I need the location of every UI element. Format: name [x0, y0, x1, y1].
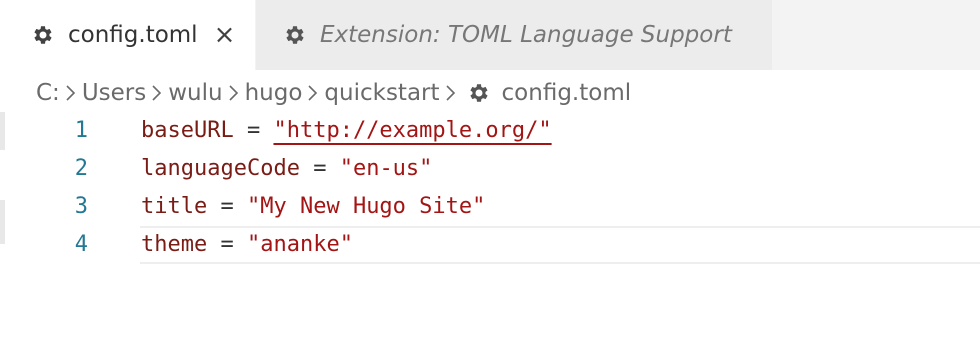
toml-string: "en-us" [339, 156, 433, 181]
gear-icon [469, 84, 488, 102]
toml-key: baseURL [141, 118, 234, 143]
tab-extension-toml[interactable]: Extension: TOML Language Support [256, 0, 772, 70]
toml-operator: = [233, 118, 274, 143]
code-editor[interactable]: 1 baseURL = "http://example.org/" 2 lang… [0, 112, 980, 264]
line-number: 3 [74, 194, 88, 219]
breadcrumb: C: Users wulu hugo quickstart config.tom… [36, 74, 631, 112]
code-line: 2 languageCode = "en-us" [0, 150, 980, 188]
chevron-right-icon [440, 84, 462, 102]
code-line: 1 baseURL = "http://example.org/" [0, 112, 980, 150]
toml-operator: = [299, 156, 340, 181]
close-icon[interactable]: × [214, 22, 236, 48]
line-number: 4 [74, 232, 88, 257]
tab-label: Extension: TOML Language Support [320, 22, 732, 48]
toml-string: "ananke" [246, 232, 353, 257]
breadcrumb-item-users[interactable]: Users [82, 80, 146, 106]
breadcrumb-item-wulu[interactable]: wulu [168, 80, 222, 106]
line-number: 2 [74, 156, 88, 181]
chevron-right-icon [146, 84, 168, 102]
toml-key: languageCode [141, 156, 300, 181]
tab-config-toml[interactable]: config.toml × [0, 0, 255, 70]
toml-operator: = [207, 194, 247, 219]
toml-string: "My New Hugo Site" [246, 194, 486, 219]
breadcrumb-item-drive[interactable]: C: [36, 80, 60, 106]
gear-icon [286, 26, 304, 44]
toml-string-link[interactable]: "http://example.org/" [273, 118, 551, 143]
code-line-current: 4 theme = "ananke" [0, 226, 980, 264]
line-number: 1 [74, 118, 88, 143]
chevron-right-icon [302, 84, 324, 102]
breadcrumb-item-quickstart[interactable]: quickstart [324, 80, 439, 106]
code-line: 3 title = "My New Hugo Site" [0, 188, 980, 226]
breadcrumb-item-file[interactable]: config.toml [502, 80, 632, 106]
chevron-right-icon [60, 84, 82, 102]
tab-bar: config.toml × Extension: TOML Language S… [0, 0, 980, 70]
chevron-right-icon [223, 84, 245, 102]
breadcrumb-item-hugo[interactable]: hugo [245, 80, 303, 106]
gear-icon [34, 26, 52, 44]
toml-operator: = [207, 232, 247, 257]
toml-key: title [141, 194, 208, 219]
toml-key: theme [141, 232, 208, 257]
tab-label: config.toml [68, 22, 198, 48]
